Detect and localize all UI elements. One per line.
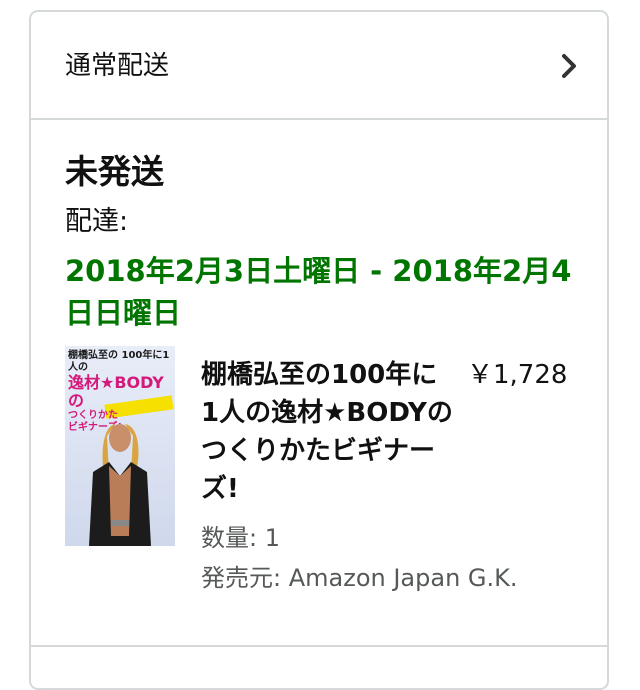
product-price: ￥1,728 xyxy=(467,360,568,390)
shipping-method-row[interactable]: 通常配送 xyxy=(31,12,607,120)
product-seller: 発売元: Amazon Japan G.K. xyxy=(201,564,518,592)
cover-person-illustration xyxy=(89,424,151,546)
product-quantity: 数量: 1 xyxy=(201,524,280,552)
order-card: 通常配送 未発送 配達: 2018年2月3日土曜日 - 2018年2月4日日曜日… xyxy=(29,10,609,690)
section-divider xyxy=(31,645,607,647)
cover-line-2: 逸材★BODYの xyxy=(68,373,164,410)
cover-line-1: 棚橋弘至の 100年に1人の xyxy=(68,350,170,373)
delivery-date: 2018年2月3日土曜日 - 2018年2月4日日曜日 xyxy=(65,254,572,330)
chevron-right-icon xyxy=(562,54,576,78)
product-title[interactable]: 棚橋弘至の100年に1人の逸材★BODYのつくりかたビギナーズ! xyxy=(201,356,453,508)
shipment-status: 未発送 xyxy=(65,152,164,191)
delivery-label: 配達: xyxy=(65,206,129,237)
product-image[interactable]: 棚橋弘至の 100年に1人の 逸材★BODYの つくりかた ビギナーズ! xyxy=(65,346,175,546)
shipping-method-label: 通常配送 xyxy=(65,51,170,81)
